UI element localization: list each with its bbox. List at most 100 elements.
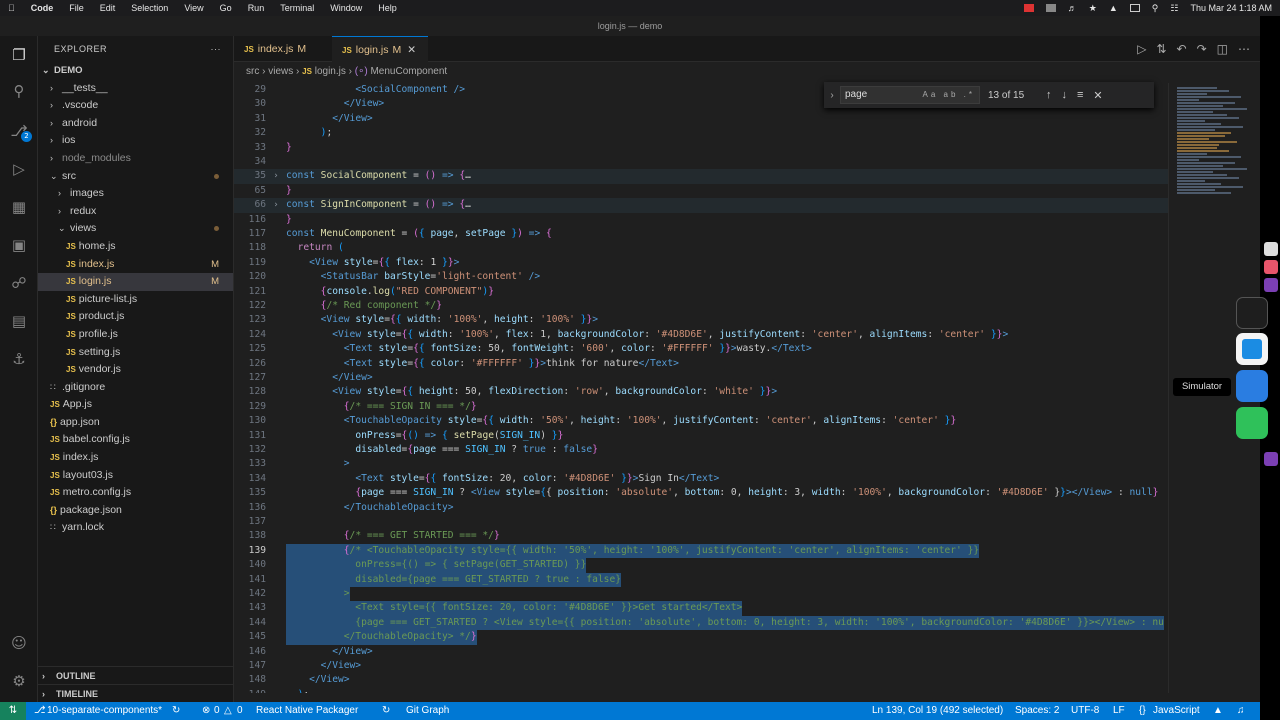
app-menu[interactable]: Code (23, 3, 62, 13)
code-line[interactable]: 66 › const SignInComponent = () => {… (234, 198, 1168, 213)
tree-folder[interactable]: ⌄ views (38, 220, 233, 238)
code-line[interactable]: 148 </View> (234, 673, 1168, 687)
code-line[interactable]: 133 > (234, 457, 1168, 471)
code-line[interactable]: 123 <View style={{ width: '100%', height… (234, 313, 1168, 327)
status-language[interactable]: JavaScript (1153, 702, 1200, 720)
menu-terminal[interactable]: Terminal (272, 3, 322, 13)
tree-file[interactable]: {} package.json (38, 502, 233, 520)
status-warnings[interactable]: 0 (237, 702, 243, 720)
run-debug-icon[interactable]: ▷ (8, 158, 30, 180)
dock-android-studio-icon[interactable] (1236, 407, 1268, 439)
search-icon[interactable]: ⚲ (8, 80, 30, 102)
close-icon[interactable]: ✕ (1093, 89, 1102, 102)
code-line[interactable]: 116} (234, 213, 1168, 227)
git-graph-icon[interactable]: ☍ (8, 272, 30, 294)
more-actions-icon[interactable]: ⋯ (1238, 42, 1250, 56)
spotlight-icon[interactable]: ⚲ (1152, 3, 1159, 14)
tree-folder[interactable]: › .vscode (38, 97, 233, 115)
dock-xd-icon[interactable] (1264, 452, 1278, 466)
code-line[interactable]: 136 </TouchableOpacity> (234, 501, 1168, 515)
tree-file[interactable]: JS index.js (38, 449, 233, 467)
wifi-icon[interactable]: ▲ (1109, 3, 1118, 13)
code-line[interactable]: 137 (234, 515, 1168, 529)
code-line[interactable]: 117 const MenuComponent = ({ page, setPag… (234, 227, 1168, 241)
tree-file[interactable]: JS layout03.js (38, 467, 233, 485)
go-forward-icon[interactable]: ↷ (1197, 42, 1207, 56)
code-line[interactable]: 132 disabled={page === SIGN_IN ? true : … (234, 443, 1168, 457)
status-indentation[interactable]: Spaces: 2 (1015, 702, 1059, 720)
tab-login-js[interactable]: JS login.js M ✕ (332, 36, 428, 62)
code-line[interactable]: 138 {/* === GET STARTED === */} (234, 529, 1168, 543)
source-control-icon[interactable]: ⎇ 2 (8, 120, 32, 142)
notifications-icon[interactable]: ♫ (1237, 702, 1245, 720)
code-line[interactable]: 147 </View> (234, 659, 1168, 673)
code-line[interactable]: 146 </View> (234, 645, 1168, 659)
docker-icon[interactable]: ⚓ (8, 348, 30, 370)
compare-icon[interactable]: ⇅ (1156, 42, 1166, 56)
dock-app-icon[interactable] (1264, 242, 1278, 256)
code-line[interactable]: 130 <TouchableOpacity style={{ width: '5… (234, 414, 1168, 428)
code-line[interactable]: 128 <View style={{ height: 50, flexDirec… (234, 385, 1168, 399)
toggle-replace-icon[interactable]: › (824, 90, 840, 101)
code-line[interactable]: 65} (234, 184, 1168, 198)
status-git-graph[interactable]: Git Graph (406, 702, 449, 720)
dock-xd-icon[interactable] (1264, 278, 1278, 292)
tree-file[interactable]: JS vendor.js (38, 361, 233, 379)
breadcrumb-file[interactable]: login.js (315, 66, 346, 77)
code-line[interactable]: 139 {/* <TouchableOpacity style={{ width… (234, 543, 1168, 559)
tree-folder[interactable]: › redux (38, 203, 233, 221)
code-line[interactable]: 31 </View> (234, 112, 1168, 126)
code-line[interactable]: 131 onPress={() => { setPage(SIGN_IN) }} (234, 429, 1168, 443)
remote-explorer-icon[interactable]: ▣ (8, 234, 30, 256)
status-errors[interactable]: 0 (214, 702, 220, 720)
tree-folder[interactable]: › android (38, 115, 233, 133)
menu-edit[interactable]: Edit (92, 3, 124, 13)
find-in-selection-icon[interactable]: ≡ (1077, 89, 1083, 102)
control-center-icon[interactable]: ☷ (1170, 3, 1178, 14)
code-line[interactable]: 124 <View style={{ width: '100%', flex: … (234, 328, 1168, 342)
close-icon[interactable]: ✕ (407, 44, 416, 56)
breadcrumb-src[interactable]: src (246, 66, 259, 77)
tree-file[interactable]: ∷ .gitignore (38, 379, 233, 397)
menu-file[interactable]: File (61, 3, 92, 13)
code-line[interactable]: 129 {/* === SIGN IN === */} (234, 400, 1168, 414)
status-branch[interactable]: 10-separate-components* (47, 702, 162, 720)
find-options[interactable]: Aa ab .* (923, 87, 975, 103)
refresh-icon[interactable]: ↻ (382, 702, 390, 720)
tree-folder[interactable]: › images (38, 185, 233, 203)
tab-index-js[interactable]: JS index.js M (234, 36, 332, 62)
status-encoding[interactable]: UTF-8 (1071, 702, 1099, 720)
code-line[interactable]: 141 disabled={page === GET_STARTED ? tru… (234, 572, 1168, 587)
breadcrumb-views[interactable]: views (268, 66, 293, 77)
tree-folder[interactable]: ⌄ src (38, 168, 233, 186)
status-eol[interactable]: LF (1113, 702, 1125, 720)
code-line[interactable]: 34 (234, 155, 1168, 169)
tree-file[interactable]: JS index.js M (38, 256, 233, 274)
find-input[interactable]: page Aa ab .* (840, 86, 980, 104)
menu-selection[interactable]: Selection (123, 3, 176, 13)
record-icon[interactable] (1023, 4, 1034, 12)
bluetooth-icon[interactable]: ★ (1089, 3, 1097, 14)
dock-simulator-icon[interactable] (1236, 370, 1268, 402)
tree-file[interactable]: JS App.js (38, 396, 233, 414)
tree-folder[interactable]: › ios (38, 132, 233, 150)
next-match-icon[interactable]: ↓ (1062, 89, 1068, 102)
explorer-icon[interactable]: ❐ (8, 44, 30, 66)
workspace-root[interactable]: ⌄ DEMO (38, 62, 233, 80)
code-line[interactable]: 143 <Text style={{ fontSize: 20, color: … (234, 601, 1168, 616)
code-line[interactable]: 144 {page === GET_STARTED ? <View style=… (234, 615, 1168, 631)
more-actions-icon[interactable]: ··· (211, 36, 222, 62)
tree-file[interactable]: JS login.js M (38, 273, 233, 291)
code-line[interactable]: 32 ); (234, 126, 1168, 140)
battery-icon[interactable] (1129, 4, 1140, 12)
tree-file[interactable]: JS setting.js (38, 344, 233, 362)
remote-indicator-icon[interactable]: ⇅ (0, 702, 26, 720)
go-back-icon[interactable]: ↶ (1177, 42, 1187, 56)
code-line[interactable]: 118 return ( (234, 241, 1168, 255)
dock-terminal-icon[interactable] (1236, 297, 1268, 329)
folder-icon[interactable]: ▤ (8, 310, 30, 332)
dock-vscode-icon[interactable] (1236, 333, 1268, 365)
fold-chevron-icon[interactable]: › (272, 198, 280, 212)
account-icon[interactable]: ☺ (8, 632, 30, 654)
code-line[interactable]: 140 onPress={() => { setPage(GET_STARTED… (234, 558, 1168, 573)
